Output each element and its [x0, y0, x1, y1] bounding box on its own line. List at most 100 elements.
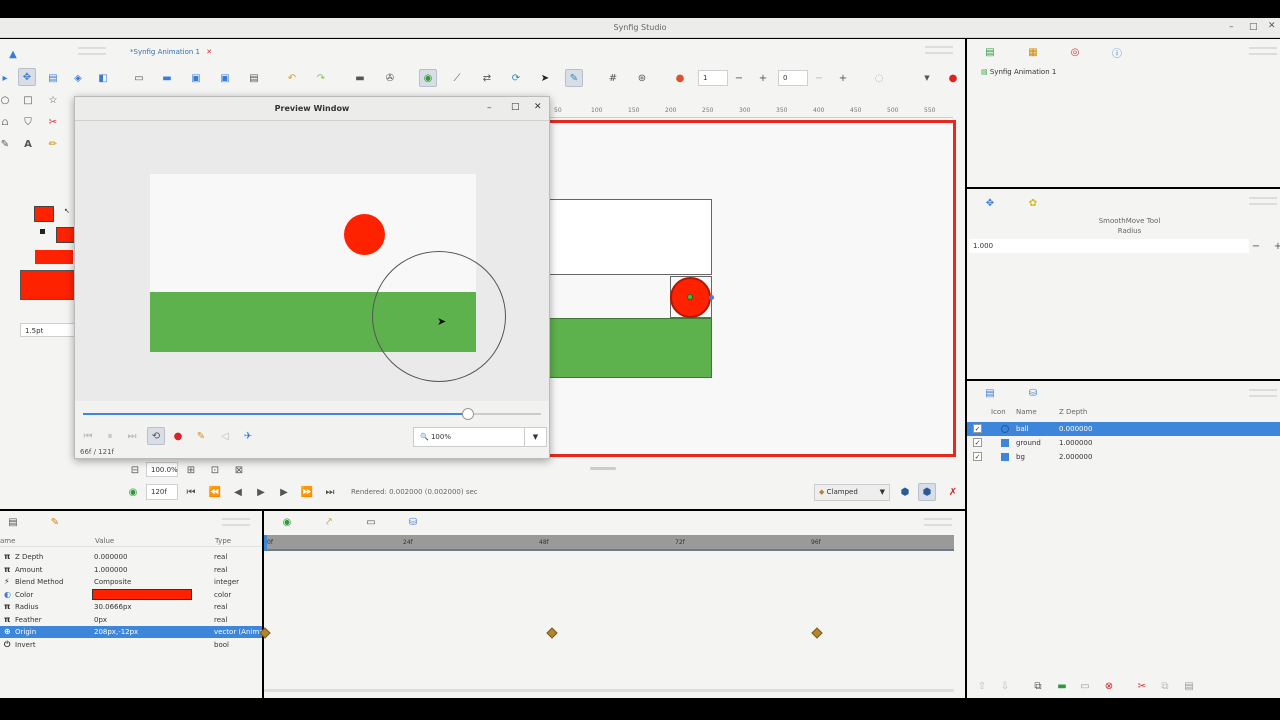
delete-layer-icon[interactable]: ⊗ [1100, 677, 1118, 695]
param-row[interactable]: π Z Depth 0.000000 real [0, 551, 262, 563]
param-row[interactable]: ⊕ Origin 208px,-12px vector (Anima [0, 626, 262, 638]
outline-color-swatch[interactable] [34, 206, 54, 222]
preview-loop-icon[interactable]: ⟲ [147, 427, 165, 445]
background-rendering-icon[interactable]: ◌ [870, 69, 888, 87]
preview-icon[interactable]: ✇ [381, 69, 399, 87]
close-button[interactable]: ✕ [1268, 21, 1276, 31]
circle-tool-icon[interactable]: ○ [0, 91, 14, 109]
raise-layer-icon[interactable]: ⇧ [973, 677, 991, 695]
play-icon[interactable]: ▶ [252, 483, 270, 501]
seek-prev-frame-icon[interactable]: ◀ [229, 483, 247, 501]
preview-edit-icon[interactable]: ✎ [192, 427, 210, 445]
color-value-swatch[interactable] [92, 588, 192, 600]
time-slider[interactable]: 0f 24f 48f 72f 96f [264, 535, 954, 551]
timetrack-scrollbar[interactable] [264, 689, 954, 692]
seek-end-icon[interactable]: ⏭ [321, 483, 339, 501]
refresh-icon[interactable]: ⟳ [507, 69, 525, 87]
text-tool-icon[interactable]: A [19, 135, 37, 153]
zoom-out-icon[interactable]: ⊟ [126, 461, 144, 479]
library-params-tab-icon[interactable]: ✎ [46, 513, 64, 531]
sound-tab-icon[interactable]: ⛁ [404, 513, 422, 531]
snap-icon[interactable]: ⟋ [448, 69, 466, 87]
seek-next-frame-icon[interactable]: ▶ [275, 483, 293, 501]
open-file-icon[interactable]: ▬ [158, 69, 176, 87]
maximize-button[interactable]: □ [1249, 22, 1258, 32]
end-time-field[interactable]: 120f [146, 484, 178, 500]
interpolation-select[interactable]: ◆ Clamped ▼ [814, 484, 890, 501]
rotate-tool-icon[interactable]: ◈ [69, 69, 87, 87]
close-tab-icon[interactable]: ✕ [206, 48, 212, 56]
draw-mode-icon[interactable]: ✎ [565, 69, 583, 87]
save-icon[interactable]: ▣ [187, 69, 205, 87]
transform-tool-icon[interactable]: ▸ [0, 69, 14, 87]
future-onion-plus-button[interactable]: + [834, 69, 852, 87]
param-row[interactable]: ⏻ Invert bool [0, 639, 262, 651]
render-icon[interactable]: ▬ [351, 69, 369, 87]
onion-skin-icon[interactable]: ⇄ [478, 69, 496, 87]
zoom-fit-icon[interactable]: ⊡ [206, 461, 224, 479]
animation-mode-icon[interactable]: ● [944, 69, 962, 87]
tool-icon[interactable]: ▲ [4, 45, 22, 63]
animation-mode-toggle-icon[interactable]: ✗ [944, 483, 962, 501]
palette-tab-icon[interactable]: ✿ [1024, 194, 1042, 212]
cut-layer-icon[interactable]: ✂ [1133, 677, 1151, 695]
preview-back-icon[interactable]: ◁ [216, 427, 234, 445]
guides-icon[interactable]: ⊛ [633, 69, 651, 87]
zoom-field[interactable]: 100.0% [146, 462, 178, 477]
param-row[interactable]: ⚡ Blend Method Composite integer [0, 576, 262, 588]
copy-layer-icon[interactable]: ⧉ [1156, 677, 1174, 695]
mirror-tool-icon[interactable]: ◧ [94, 69, 112, 87]
info-tab-icon[interactable]: ⓘ [1108, 43, 1126, 61]
document-tab[interactable]: *Synfig Animation 1 ✕ [130, 44, 212, 60]
zoom-100-icon[interactable]: ⊠ [230, 461, 248, 479]
timetrack-tab-icon[interactable]: ◉ [278, 513, 296, 531]
lower-layer-icon[interactable]: ⇩ [996, 677, 1014, 695]
preview-close-button[interactable]: ✕ [534, 102, 542, 112]
onion-color-icon[interactable]: ● [671, 69, 689, 87]
gradient-preview[interactable] [20, 270, 76, 300]
save-as-icon[interactable]: ▣ [216, 69, 234, 87]
curves-tab-icon[interactable]: ⤤ [320, 513, 338, 531]
params-tab-icon[interactable]: ▤ [4, 513, 22, 531]
radius-plus-button[interactable]: + [1269, 237, 1280, 255]
redo-icon[interactable]: ↷ [312, 69, 330, 87]
seek-prev-keyframe-icon[interactable]: ⏪ [206, 483, 224, 501]
preview-maximize-button[interactable]: □ [511, 102, 520, 112]
layer-visible-checkbox[interactable]: ✓ [973, 424, 982, 433]
preview-zoom-select[interactable]: 🔍 100% ▼ [413, 427, 547, 447]
resize-handle[interactable] [590, 467, 616, 470]
past-onion-field[interactable]: 1 [698, 70, 728, 86]
param-row[interactable]: π Radius 30.0666px real [0, 601, 262, 613]
reset-colors-icon[interactable] [40, 229, 45, 234]
draw-tool-icon[interactable]: ✎ [0, 135, 14, 153]
duplicate-layer-icon[interactable]: ⧉ [1029, 677, 1047, 695]
future-onion-minus-button[interactable]: − [810, 69, 828, 87]
rectangle-tool-icon[interactable]: □ [19, 91, 37, 109]
grid-icon[interactable]: # [604, 69, 622, 87]
width-field[interactable]: 1.5pt [20, 323, 76, 337]
spline-tool-icon[interactable]: ⩍ [0, 113, 14, 131]
fill-color-swatch[interactable] [56, 227, 76, 243]
param-row[interactable]: π Feather 0px real [0, 614, 262, 626]
preview-seek-end-icon[interactable]: ⏭ [123, 427, 141, 445]
scale-tool-icon[interactable]: ▤ [44, 69, 62, 87]
radius-field[interactable]: 1.000 [969, 239, 1249, 253]
canvas-view[interactable] [545, 120, 956, 457]
navigator-tab-icon[interactable]: ◎ [1066, 43, 1084, 61]
seek-next-keyframe-icon[interactable]: ⏩ [298, 483, 316, 501]
sets-tab-icon[interactable]: ⛁ [1024, 384, 1042, 402]
sketch-tool-icon[interactable]: ✏ [44, 135, 62, 153]
zoom-in-icon[interactable]: ⊞ [182, 461, 200, 479]
time-settings-icon[interactable]: ◉ [124, 483, 142, 501]
preview-settings-icon[interactable]: ✈ [239, 427, 257, 445]
origin-handle[interactable] [687, 294, 693, 300]
preview-title-bar[interactable]: Preview Window – □ ✕ [75, 97, 549, 121]
future-onion-field[interactable]: 0 [778, 70, 808, 86]
past-onion-minus-button[interactable]: − [730, 69, 748, 87]
canvas-browser-item[interactable]: ▤ Synfig Animation 1 [981, 68, 1056, 76]
layer-visible-checkbox[interactable]: ✓ [973, 452, 982, 461]
show-guides-icon[interactable]: ◉ [419, 69, 437, 87]
past-onion-plus-button[interactable]: + [754, 69, 772, 87]
fill-tool-icon[interactable]: ⛉ [19, 113, 37, 131]
param-row[interactable]: ◐ Color color [0, 588, 262, 601]
